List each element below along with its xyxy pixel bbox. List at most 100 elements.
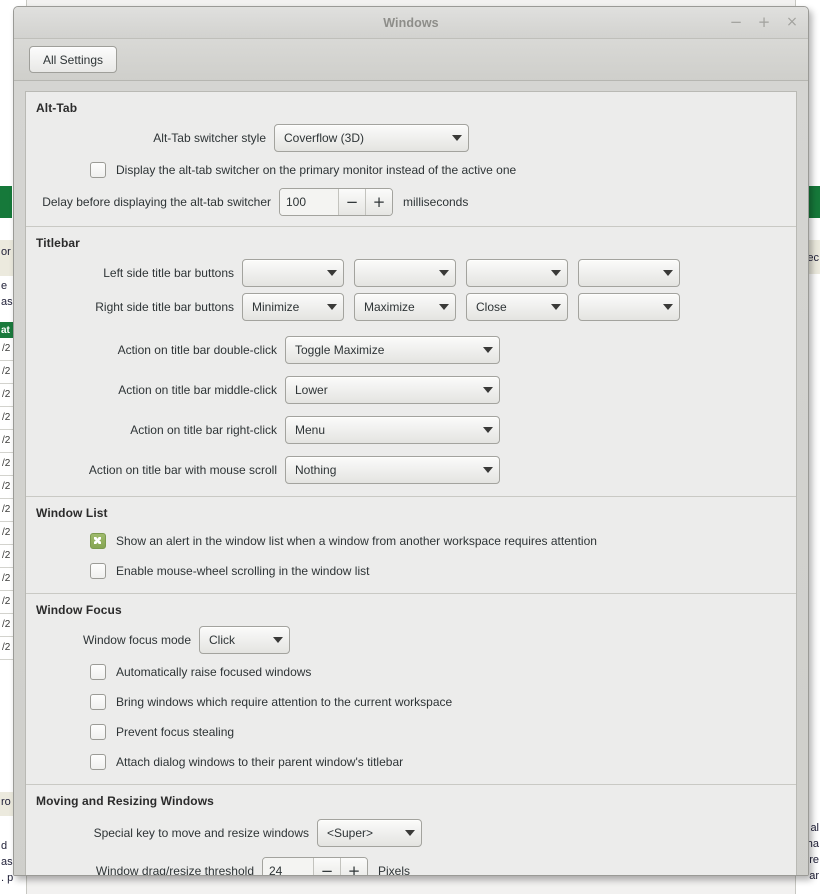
left-title-bar-button-4-dropdown[interactable] (578, 259, 680, 287)
row-titlebar-double-click: Action on title bar double-click Toggle … (26, 330, 796, 370)
row-drag-threshold: Window drag/resize threshold 24 − + Pixe… (26, 852, 796, 876)
background-text-fragment: re (809, 854, 819, 866)
row-attach-dialog[interactable]: Attach dialog windows to their parent wi… (26, 747, 796, 784)
chevron-down-icon (483, 467, 493, 473)
minus-icon[interactable]: − (314, 858, 340, 875)
chevron-down-icon (663, 270, 673, 276)
section-window-focus: Window Focus Window focus mode Click Aut… (26, 593, 796, 784)
row-prevent-focus-stealing[interactable]: Prevent focus stealing (26, 717, 796, 747)
titlebar-mouse-scroll-label: Action on title bar with mouse scroll (88, 463, 277, 477)
settings-pane-wrapper: Alt-Tab Alt-Tab switcher style Coverflow… (14, 81, 808, 876)
minus-icon[interactable]: − (339, 189, 365, 215)
window-controls: − + × (729, 7, 799, 38)
bring-windows-checkbox[interactable] (90, 694, 106, 710)
chevron-down-icon (663, 304, 673, 310)
background-text-fragment: e (1, 280, 8, 292)
right-title-bar-button-1-value: Minimize (252, 300, 300, 314)
background-selected-cell-text: at (1, 325, 10, 336)
alt-tab-delay-value[interactable]: 100 (280, 189, 339, 215)
special-key-dropdown[interactable]: <Super> (317, 819, 422, 847)
window-list-scroll-label: Enable mouse-wheel scrolling in the wind… (116, 564, 370, 578)
background-text-fragment: or (1, 246, 11, 258)
attach-dialog-checkbox[interactable] (90, 754, 106, 770)
left-title-bar-button-3-dropdown[interactable] (466, 259, 568, 287)
row-auto-raise[interactable]: Automatically raise focused windows (26, 657, 796, 687)
background-green-header-left (0, 186, 12, 218)
window-focus-mode-label: Window focus mode (82, 633, 191, 647)
row-bring-windows[interactable]: Bring windows which require attention to… (26, 687, 796, 717)
background-text-fragment: ro (1, 796, 11, 808)
alt-tab-primary-monitor-label: Display the alt-tab switcher on the prim… (116, 163, 517, 177)
row-window-list-alert[interactable]: Show an alert in the window list when a … (26, 526, 796, 556)
chevron-down-icon (452, 135, 462, 141)
plus-icon[interactable]: + (365, 189, 392, 215)
windows-settings-dialog: Windows − + × All Settings Alt-Tab Alt-T… (13, 6, 809, 876)
alt-tab-primary-monitor-checkbox[interactable] (90, 162, 106, 178)
all-settings-button[interactable]: All Settings (29, 46, 118, 73)
section-title-window-list: Window List (36, 506, 108, 520)
alt-tab-delay-label: Delay before displaying the alt-tab swit… (42, 195, 271, 209)
section-window-list: Window List Show an alert in the window … (26, 496, 796, 593)
drag-threshold-unit: Pixels (378, 864, 411, 876)
right-title-bar-button-4-dropdown[interactable] (578, 293, 680, 321)
window-focus-mode-dropdown[interactable]: Click (199, 626, 290, 654)
right-title-bar-buttons-label: Right side title bar buttons (95, 300, 234, 314)
window-titlebar[interactable]: Windows − + × (14, 7, 808, 39)
drag-threshold-spinner[interactable]: 24 − + (262, 857, 368, 875)
window-focus-mode-value: Click (209, 633, 235, 647)
window-list-scroll-checkbox[interactable] (90, 563, 106, 579)
dialog-toolbar: All Settings (14, 39, 808, 81)
titlebar-middle-click-dropdown[interactable]: Lower (285, 376, 500, 404)
row-alt-tab-primary-monitor[interactable]: Display the alt-tab switcher on the prim… (26, 155, 796, 185)
row-titlebar-middle-click: Action on title bar middle-click Lower (26, 370, 796, 410)
window-list-alert-checkbox[interactable] (90, 533, 106, 549)
bring-windows-label: Bring windows which require attention to… (116, 695, 453, 709)
chevron-down-icon (327, 270, 337, 276)
maximize-icon[interactable]: + (757, 14, 771, 31)
titlebar-middle-click-label: Action on title bar middle-click (118, 383, 277, 397)
titlebar-double-click-value: Toggle Maximize (295, 343, 385, 357)
titlebar-mouse-scroll-value: Nothing (295, 463, 337, 477)
titlebar-double-click-dropdown[interactable]: Toggle Maximize (285, 336, 500, 364)
titlebar-right-click-dropdown[interactable]: Menu (285, 416, 500, 444)
alt-tab-switcher-style-dropdown[interactable]: Coverflow (3D) (274, 124, 469, 152)
background-text-fragment: . p (1, 872, 14, 884)
left-title-bar-buttons-label: Left side title bar buttons (103, 266, 234, 280)
section-alt-tab: Alt-Tab Alt-Tab switcher style Coverflow… (26, 92, 796, 226)
minimize-icon[interactable]: − (729, 14, 743, 31)
attach-dialog-label: Attach dialog windows to their parent wi… (116, 755, 404, 769)
left-title-bar-button-2-dropdown[interactable] (354, 259, 456, 287)
drag-threshold-value[interactable]: 24 (263, 858, 314, 875)
titlebar-double-click-label: Action on title bar double-click (117, 343, 277, 357)
right-title-bar-button-2-dropdown[interactable]: Maximize (354, 293, 456, 321)
background-text-fragment: d (1, 840, 8, 852)
chevron-down-icon (483, 427, 493, 433)
section-title-window-focus: Window Focus (36, 603, 122, 617)
window-list-alert-label: Show an alert in the window list when a … (116, 534, 597, 548)
right-title-bar-button-3-dropdown[interactable]: Close (466, 293, 568, 321)
chevron-down-icon (483, 347, 493, 353)
background-text-fragment: ar (809, 870, 819, 882)
chevron-down-icon (551, 270, 561, 276)
right-title-bar-button-1-dropdown[interactable]: Minimize (242, 293, 344, 321)
row-window-focus-mode: Window focus mode Click (26, 623, 796, 657)
prevent-focus-stealing-label: Prevent focus stealing (116, 725, 235, 739)
auto-raise-checkbox[interactable] (90, 664, 106, 680)
right-title-bar-button-2-value: Maximize (364, 300, 415, 314)
titlebar-mouse-scroll-dropdown[interactable]: Nothing (285, 456, 500, 484)
background-text-fragment: al (810, 822, 819, 834)
close-icon[interactable]: × (785, 14, 799, 31)
chevron-down-icon (327, 304, 337, 310)
row-alt-tab-switcher-style: Alt-Tab switcher style Coverflow (3D) (26, 121, 796, 155)
plus-icon[interactable]: + (340, 858, 367, 875)
left-title-bar-button-1-dropdown[interactable] (242, 259, 344, 287)
row-special-key: Special key to move and resize windows <… (26, 814, 796, 852)
row-window-list-scroll[interactable]: Enable mouse-wheel scrolling in the wind… (26, 556, 796, 593)
drag-threshold-label: Window drag/resize threshold (95, 864, 254, 876)
section-title-alt-tab: Alt-Tab (36, 101, 78, 115)
prevent-focus-stealing-checkbox[interactable] (90, 724, 106, 740)
alt-tab-delay-spinner[interactable]: 100 − + (279, 188, 393, 216)
row-right-title-bar-buttons: Right side title bar buttons Minimize Ma… (26, 290, 796, 330)
chevron-down-icon (273, 637, 283, 643)
alt-tab-switcher-style-value: Coverflow (3D) (284, 131, 365, 145)
